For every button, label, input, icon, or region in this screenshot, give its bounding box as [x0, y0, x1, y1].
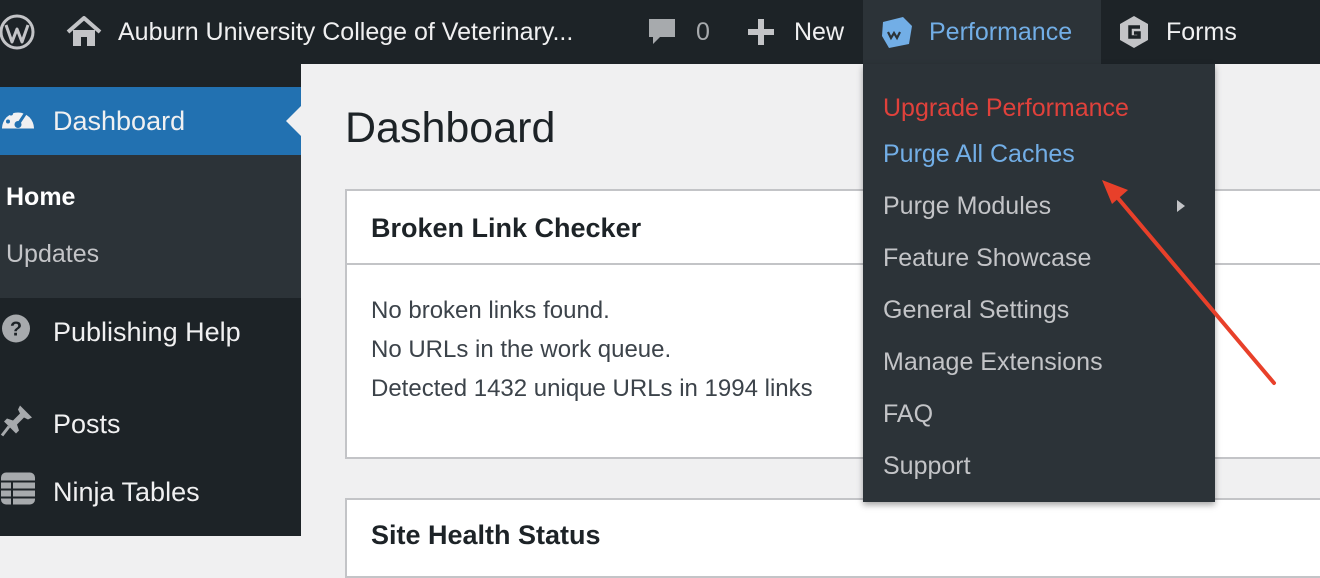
table-icon: [0, 471, 36, 514]
admin-bar: Auburn University College of Veterinary.…: [0, 0, 1320, 64]
plus-icon: [746, 17, 776, 47]
performance-menu-button[interactable]: Performance: [863, 0, 1101, 64]
home-icon: [66, 16, 102, 48]
comments-link[interactable]: 0: [646, 0, 710, 64]
menu-item-support[interactable]: Support: [883, 452, 971, 481]
submenu-item-updates[interactable]: Updates: [6, 240, 99, 269]
sidebar-item-publishing-help-label: Publishing Help: [53, 316, 241, 347]
admin-sidebar: Dashboard Home Updates ? Publishing Help…: [0, 64, 301, 536]
site-health-widget: Site Health Status: [345, 498, 1320, 578]
comments-count: 0: [696, 17, 710, 46]
current-page-pointer: [286, 106, 301, 136]
status-line: No broken links found.: [371, 297, 610, 324]
gravity-forms-icon: [1118, 15, 1150, 49]
performance-label: Performance: [929, 17, 1073, 46]
forms-label: Forms: [1166, 17, 1237, 46]
site-name-label: Auburn University College of Veterinary.…: [118, 17, 574, 46]
sidebar-item-posts-label: Posts: [53, 408, 121, 439]
help-icon: ?: [0, 313, 32, 352]
status-line: No URLs in the work queue.: [371, 336, 672, 363]
new-content-link[interactable]: New: [746, 0, 844, 64]
menu-item-manage-extensions[interactable]: Manage Extensions: [883, 348, 1103, 377]
status-line: Detected 1432 unique URLs in 1994 links: [371, 375, 813, 402]
dashboard-submenu: Home Updates: [0, 155, 301, 298]
caret-right-icon: [1177, 200, 1185, 212]
widget-title: Broken Link Checker: [371, 213, 642, 243]
sidebar-item-posts[interactable]: Posts: [0, 396, 301, 452]
menu-item-purge-all-caches[interactable]: Purge All Caches: [883, 140, 1075, 169]
menu-item-feature-showcase[interactable]: Feature Showcase: [883, 244, 1091, 273]
wordpress-logo-icon[interactable]: [0, 0, 44, 64]
sidebar-item-dashboard[interactable]: Dashboard: [0, 87, 301, 155]
w3-performance-icon: [879, 14, 915, 50]
menu-item-purge-modules[interactable]: Purge Modules: [883, 192, 1051, 221]
performance-dropdown-menu: Upgrade Performance Purge All Caches Pur…: [863, 64, 1215, 502]
menu-item-general-settings[interactable]: General Settings: [883, 296, 1069, 325]
sidebar-item-ninja-tables[interactable]: Ninja Tables: [0, 464, 301, 520]
sidebar-item-publishing-help[interactable]: ? Publishing Help: [0, 304, 301, 360]
pushpin-icon: [0, 404, 34, 445]
comment-bubble-icon: [646, 16, 678, 48]
menu-item-faq[interactable]: FAQ: [883, 400, 933, 429]
sidebar-item-ninja-tables-label: Ninja Tables: [53, 476, 200, 507]
new-label: New: [794, 17, 845, 46]
site-name-link[interactable]: Auburn University College of Veterinary.…: [66, 0, 573, 64]
submenu-item-home[interactable]: Home: [6, 183, 75, 212]
menu-item-upgrade-performance[interactable]: Upgrade Performance: [883, 94, 1129, 123]
dashboard-gauge-icon: [0, 103, 36, 140]
sidebar-item-dashboard-label: Dashboard: [53, 105, 186, 136]
page-title: Dashboard: [345, 104, 556, 152]
svg-text:?: ?: [10, 319, 22, 341]
forms-menu-button[interactable]: Forms: [1118, 0, 1237, 64]
